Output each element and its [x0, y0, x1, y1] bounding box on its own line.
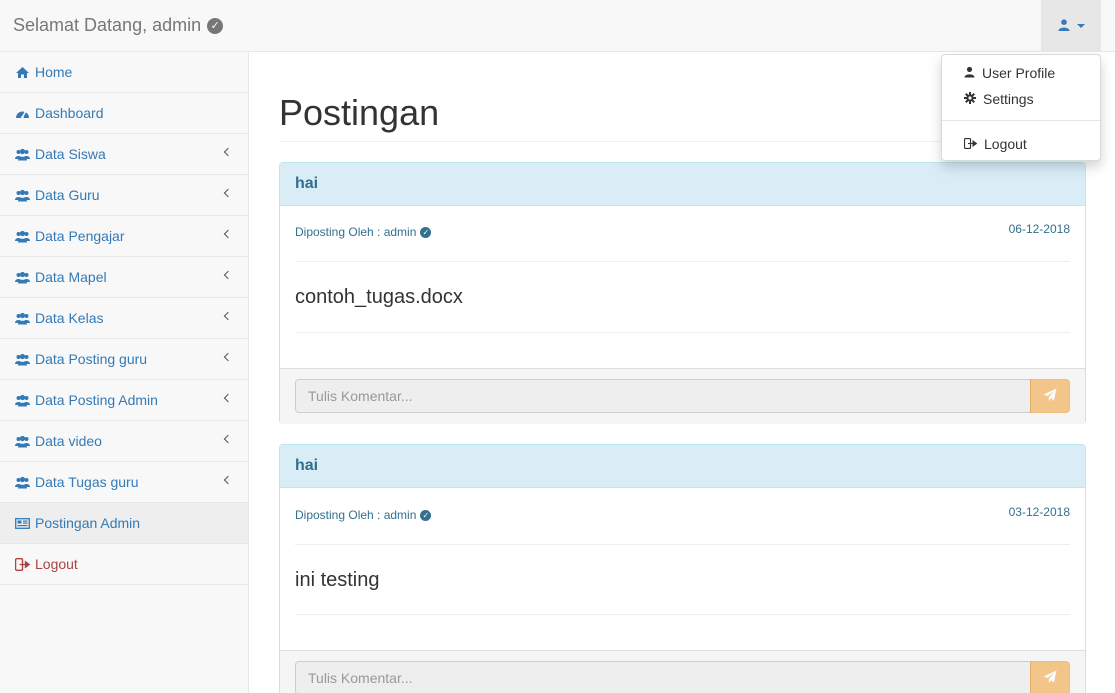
- chevron-left-icon: [223, 147, 233, 157]
- sidebar: Home Dashboard Data Siswa Data Guru Data…: [0, 52, 249, 693]
- sidebar-item-label: Data Posting Admin: [35, 392, 158, 408]
- sidebar-item-label: Home: [35, 64, 73, 80]
- sign-out-icon: [963, 136, 978, 152]
- chevron-left-icon: [223, 188, 233, 198]
- chevron-left-icon: [223, 475, 233, 485]
- post-body: ini testing: [295, 569, 380, 591]
- sidebar-item-home[interactable]: Home: [0, 52, 248, 93]
- sidebar-item-logout[interactable]: Logout: [0, 544, 248, 585]
- user-icon: [1058, 18, 1070, 34]
- send-comment-button[interactable]: [1030, 379, 1070, 413]
- sidebar-item-label: Data video: [35, 433, 102, 449]
- sidebar-item-label: Data Posting guru: [35, 351, 148, 367]
- users-icon: [15, 435, 30, 448]
- sidebar-item-data-kelas[interactable]: Data Kelas: [0, 298, 248, 339]
- users-icon: [15, 271, 30, 284]
- post-meta: Diposting Oleh : admin ✓: [295, 508, 432, 522]
- post-date: 06-12-2018: [1008, 222, 1070, 236]
- users-icon: [15, 230, 30, 243]
- sidebar-item-data-video[interactable]: Data video: [0, 421, 248, 462]
- menu-item-label: Settings: [983, 91, 1034, 107]
- users-icon: [15, 353, 30, 366]
- check-circle-icon: ✓: [420, 226, 432, 238]
- sidebar-item-label: Data Siswa: [35, 146, 106, 162]
- home-icon: [15, 66, 30, 79]
- post-panel: hai Diposting Oleh : admin ✓ 06-12-2018 …: [279, 162, 1086, 424]
- user-dropdown-menu: User Profile Settings Logout: [941, 54, 1101, 161]
- chevron-left-icon: [223, 270, 233, 280]
- post-divider: [295, 261, 1070, 262]
- post-title: hai: [280, 445, 1085, 488]
- chevron-left-icon: [223, 352, 233, 362]
- dashboard-icon: [15, 107, 30, 120]
- sidebar-item-label: Data Guru: [35, 187, 100, 203]
- chevron-left-icon: [223, 229, 233, 239]
- menu-item-settings[interactable]: Settings: [942, 87, 1100, 111]
- comment-footer: [280, 650, 1085, 693]
- users-icon: [15, 189, 30, 202]
- sidebar-item-label: Data Mapel: [35, 269, 107, 285]
- chevron-left-icon: [223, 311, 233, 321]
- sidebar-item-postingan-admin[interactable]: Postingan Admin: [0, 503, 248, 544]
- sidebar-item-label: Data Pengajar: [35, 228, 125, 244]
- post-title: hai: [280, 163, 1085, 206]
- sidebar-item-label: Data Tugas guru: [35, 474, 139, 490]
- sidebar-item-label: Postingan Admin: [35, 515, 141, 531]
- sidebar-item-data-posting-guru[interactable]: Data Posting guru: [0, 339, 248, 380]
- post-divider: [295, 544, 1070, 545]
- user-icon: [964, 65, 975, 81]
- chevron-left-icon: [223, 393, 233, 403]
- check-circle-icon: ✓: [420, 509, 432, 521]
- menu-item-label: Logout: [984, 136, 1027, 152]
- paper-plane-icon: [1043, 670, 1057, 687]
- users-icon: [15, 312, 30, 325]
- post-author: Diposting Oleh : admin: [295, 225, 417, 239]
- sidebar-item-label: Logout: [35, 556, 78, 572]
- newspaper-icon: [15, 517, 30, 530]
- post-author: Diposting Oleh : admin: [295, 508, 417, 522]
- caret-down-icon: [1076, 24, 1085, 28]
- post-divider: [295, 332, 1070, 333]
- gear-icon: [964, 91, 976, 107]
- brand-text: Selamat Datang, admin: [13, 15, 202, 35]
- sidebar-item-data-siswa[interactable]: Data Siswa: [0, 134, 248, 175]
- comment-input[interactable]: [295, 661, 1031, 693]
- top-navbar: Selamat Datang, admin ✓: [0, 0, 1115, 52]
- post-meta: Diposting Oleh : admin ✓: [295, 225, 432, 239]
- menu-item-logout[interactable]: Logout: [942, 132, 1100, 156]
- post-panel: hai Diposting Oleh : admin ✓ 03-12-2018 …: [279, 444, 1086, 693]
- post-body: contoh_tugas.docx: [295, 286, 463, 308]
- paper-plane-icon: [1043, 388, 1057, 405]
- sidebar-item-data-mapel[interactable]: Data Mapel: [0, 257, 248, 298]
- send-comment-button[interactable]: [1030, 661, 1070, 693]
- users-icon: [15, 394, 30, 407]
- menu-item-label: User Profile: [982, 65, 1056, 81]
- chevron-left-icon: [223, 434, 233, 444]
- comment-footer: [280, 368, 1085, 424]
- sidebar-item-data-posting-admin[interactable]: Data Posting Admin: [0, 380, 248, 421]
- sign-out-icon: [14, 557, 31, 571]
- menu-item-user-profile[interactable]: User Profile: [942, 61, 1100, 85]
- sidebar-item-label: Dashboard: [35, 105, 104, 121]
- sidebar-item-label: Data Kelas: [35, 310, 104, 326]
- post-divider: [295, 614, 1070, 615]
- users-icon: [15, 476, 30, 489]
- sidebar-item-dashboard[interactable]: Dashboard: [0, 93, 248, 134]
- user-menu-toggle[interactable]: [1041, 0, 1101, 52]
- menu-divider: [942, 120, 1100, 121]
- check-circle-icon: ✓: [207, 17, 224, 34]
- page-title: Postingan: [279, 92, 440, 133]
- brand: Selamat Datang, admin ✓: [13, 15, 224, 36]
- comment-input[interactable]: [295, 379, 1031, 413]
- post-date: 03-12-2018: [1008, 505, 1070, 519]
- sidebar-item-data-pengajar[interactable]: Data Pengajar: [0, 216, 248, 257]
- sidebar-item-data-tugas-guru[interactable]: Data Tugas guru: [0, 462, 248, 503]
- users-icon: [15, 148, 30, 161]
- sidebar-item-data-guru[interactable]: Data Guru: [0, 175, 248, 216]
